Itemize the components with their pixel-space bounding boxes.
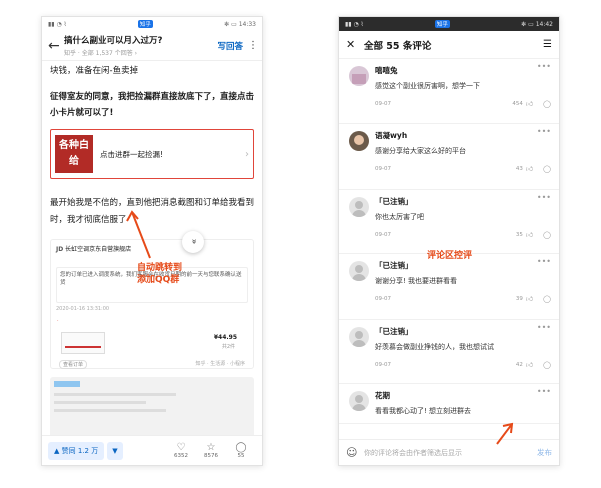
annotation-arrows [126, 210, 514, 445]
annotation-auto-jump: 自动跳转到 添加QQ群 [137, 263, 183, 285]
annotation-comment-control: 评论区控评 [427, 251, 473, 261]
arrow-to-card [126, 210, 151, 259]
arrow-to-comment [496, 422, 514, 445]
